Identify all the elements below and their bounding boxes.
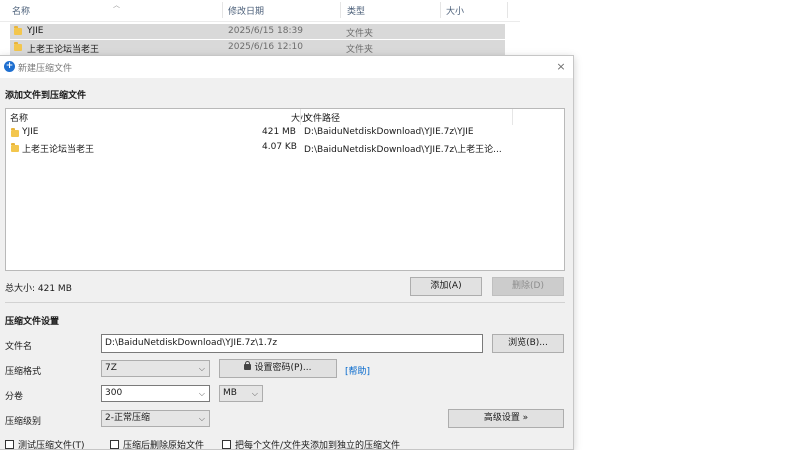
level-select[interactable]: 2-正常压缩 ⌵ xyxy=(101,410,210,427)
format-select[interactable]: 7Z ⌵ xyxy=(101,360,210,377)
header-name[interactable]: 名称 xyxy=(10,111,28,124)
lock-icon xyxy=(244,361,252,370)
column-divider[interactable] xyxy=(507,2,508,18)
column-divider[interactable] xyxy=(440,2,441,18)
format-label: 压缩格式 xyxy=(5,367,42,377)
row-name: 上老王论坛当老王 xyxy=(27,45,100,55)
row-date: 2025/6/15 18:39 xyxy=(228,26,303,36)
set-password-button[interactable]: 设置密码(P)... xyxy=(219,359,337,378)
row-date: 2025/6/16 12:10 xyxy=(228,42,303,52)
browse-button[interactable]: 浏览(B)... xyxy=(492,334,564,353)
column-name[interactable]: 名称 xyxy=(12,4,30,17)
explorer-row[interactable]: YJIE 2025/6/15 18:39 文件夹 xyxy=(10,24,505,39)
sort-up-icon: ︿ xyxy=(113,1,120,9)
file-list-header: 名称 大小 文件路径 xyxy=(6,109,564,125)
file-path: D:\BaiduNetdiskDownload\YJIE.7z\上老王论... xyxy=(304,145,502,155)
advanced-settings-button[interactable]: 高级设置 » xyxy=(448,409,564,428)
file-size: 421 MB xyxy=(262,127,296,137)
total-size: 总大小: 421 MB xyxy=(5,284,72,294)
delete-after-label: 压缩后删除原始文件 xyxy=(123,441,205,450)
column-divider[interactable] xyxy=(512,109,513,125)
separate-archives-checkbox[interactable]: 把每个文件/文件夹添加到独立的压缩文件 xyxy=(222,438,400,450)
column-type[interactable]: 类型 xyxy=(347,4,365,17)
chevron-down-icon: ⌵ xyxy=(251,389,258,398)
chevron-down-icon: ⌵ xyxy=(198,414,205,423)
file-name: YJIE xyxy=(22,127,39,137)
divider xyxy=(5,302,565,303)
explorer-column-header: ︿ 名称 修改日期 类型 大小 xyxy=(0,0,520,22)
folder-icon xyxy=(11,128,19,137)
file-size: 4.07 KB xyxy=(262,142,297,152)
filename-label: 文件名 xyxy=(5,342,33,352)
file-list[interactable]: 名称 大小 文件路径 YJIE 421 MB D:\BaiduNetdiskDo… xyxy=(5,108,565,271)
folder-icon xyxy=(14,42,22,51)
checkbox-box[interactable] xyxy=(222,440,231,449)
test-archive-label: 测试压缩文件(T) xyxy=(18,441,85,450)
row-type: 文件夹 xyxy=(346,29,374,39)
folder-icon xyxy=(14,26,22,35)
explorer-row[interactable]: 上老王论坛当老王 2025/6/16 12:10 文件夹 xyxy=(10,40,505,55)
folder-icon xyxy=(11,143,19,152)
add-files-section-title: 添加文件到压缩文件 xyxy=(5,91,87,101)
app-logo-icon: + xyxy=(4,61,15,72)
close-button[interactable]: × xyxy=(554,60,568,74)
checkbox-box[interactable] xyxy=(5,440,14,449)
file-list-row[interactable]: YJIE 421 MB D:\BaiduNetdiskDownload\YJIE… xyxy=(6,126,564,140)
column-divider[interactable] xyxy=(340,2,341,18)
row-name: YJIE xyxy=(27,26,44,36)
row-type: 文件夹 xyxy=(346,45,374,55)
chevron-down-icon: ⌵ xyxy=(198,364,205,373)
dialog-title: 新建压缩文件 xyxy=(18,64,73,74)
settings-section-title: 压缩文件设置 xyxy=(5,317,60,327)
volume-value: 300 xyxy=(105,388,123,398)
checkbox-box[interactable] xyxy=(110,440,119,449)
volume-label: 分卷 xyxy=(5,392,24,402)
file-list-row[interactable]: 上老王论坛当老王 4.07 KB D:\BaiduNetdiskDownload… xyxy=(6,141,564,155)
format-value: 7Z xyxy=(105,363,117,373)
dialog-titlebar[interactable]: + 新建压缩文件 × xyxy=(0,56,573,78)
volume-unit-value: MB xyxy=(223,388,237,398)
separate-archives-label: 把每个文件/文件夹添加到独立的压缩文件 xyxy=(235,441,401,450)
chevron-down-icon: ⌵ xyxy=(198,389,205,398)
set-password-label: 设置密码(P)... xyxy=(254,363,312,373)
add-button[interactable]: 添加(A) xyxy=(410,277,482,296)
column-divider[interactable] xyxy=(222,2,223,18)
level-value: 2-正常压缩 xyxy=(105,413,150,423)
header-path[interactable]: 文件路径 xyxy=(304,111,340,124)
new-archive-dialog: + 新建压缩文件 × 添加文件到压缩文件 名称 大小 文件路径 YJIE 421… xyxy=(0,55,574,450)
filename-input[interactable]: D:\BaiduNetdiskDownload\YJIE.7z\1.7z xyxy=(101,334,483,353)
test-archive-checkbox[interactable]: 测试压缩文件(T) xyxy=(5,438,85,450)
level-label: 压缩级别 xyxy=(5,417,42,427)
help-link[interactable]: [帮助] xyxy=(345,364,370,377)
column-date[interactable]: 修改日期 xyxy=(228,4,264,17)
column-divider[interactable] xyxy=(300,109,301,125)
column-size[interactable]: 大小 xyxy=(446,4,464,17)
delete-button[interactable]: 删除(D) xyxy=(492,277,564,296)
delete-after-checkbox[interactable]: 压缩后删除原始文件 xyxy=(110,438,204,450)
file-path: D:\BaiduNetdiskDownload\YJIE.7z\YJIE xyxy=(304,127,474,137)
volume-input[interactable]: 300 ⌵ xyxy=(101,385,210,402)
volume-unit-select[interactable]: MB ⌵ xyxy=(219,385,263,402)
file-name: 上老王论坛当老王 xyxy=(22,145,95,155)
